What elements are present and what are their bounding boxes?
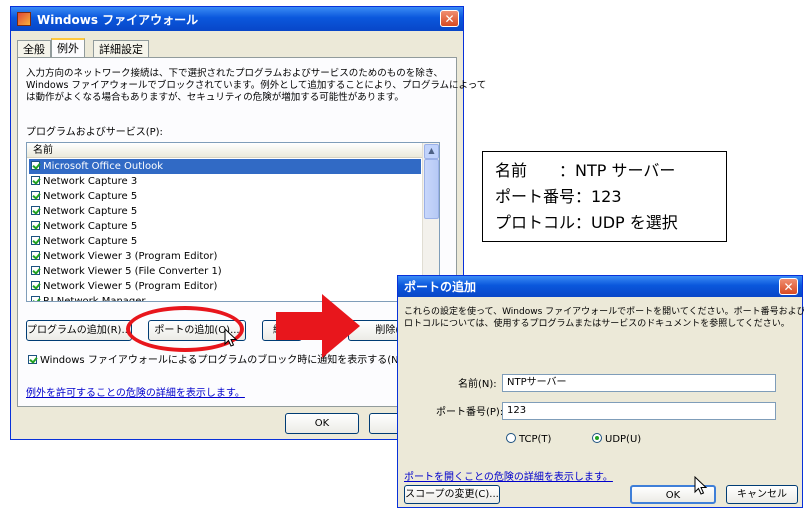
checkbox-checked-icon[interactable] <box>31 251 40 260</box>
list-item-label: P.I Network Manager <box>43 296 146 302</box>
name-input[interactable]: NTPサーバー <box>502 374 776 392</box>
add-port-dialog: ポートの追加 ✕ これらの設定を使って、Windows ファイアウォールでポート… <box>397 275 804 508</box>
list-item[interactable]: Network Viewer 5 (File Converter 1) <box>29 264 421 279</box>
list-item-label: Network Capture 5 <box>43 206 138 217</box>
callout-line-port: ポート番号：123 <box>495 187 622 206</box>
cursor-icon <box>694 476 708 495</box>
checkbox-checked-icon[interactable] <box>31 176 40 185</box>
port-risk-link[interactable]: ポートを開くことの危険の詳細を表示します。 <box>404 468 613 483</box>
udp-radio[interactable]: UDP(U) <box>592 433 641 446</box>
name-label: 名前(N): <box>458 379 497 390</box>
close-icon[interactable]: ✕ <box>779 278 798 295</box>
add-port-description-2: ロトコルについては、使用するプログラムまたはサービスのドキュメントを参照してくだ… <box>404 319 790 329</box>
checkbox-checked-icon[interactable] <box>31 296 40 301</box>
list-item-label: Network Viewer 5 (Program Editor) <box>43 281 218 292</box>
tab-exceptions[interactable]: 例外 <box>51 38 85 58</box>
scroll-thumb[interactable] <box>424 159 439 219</box>
checkbox-checked-icon[interactable] <box>31 206 40 215</box>
radio-unchecked-icon[interactable] <box>506 433 516 443</box>
list-item[interactable]: P.I Network Manager <box>29 294 421 302</box>
checkbox-checked-icon[interactable] <box>31 161 40 170</box>
list-item[interactable]: Network Capture 5 <box>29 189 421 204</box>
exceptions-panel: 入力方向のネットワーク接続は、下で選択されたプログラムおよびサービスのためのもの… <box>17 57 486 407</box>
change-scope-button[interactable]: スコープの変更(C)... <box>404 485 500 504</box>
checkbox-checked-icon[interactable] <box>31 221 40 230</box>
radio-checked-icon[interactable] <box>592 433 602 443</box>
checkbox-checked-icon[interactable] <box>31 191 40 200</box>
list-item-label: Network Capture 5 <box>43 236 138 247</box>
tab-advanced[interactable]: 詳細設定 <box>93 40 149 58</box>
firewall-icon <box>17 12 31 26</box>
add-port-cancel-button[interactable]: キャンセル <box>726 485 798 504</box>
add-program-button[interactable]: プログラムの追加(R)... <box>26 320 132 341</box>
callout-line-name: 名前 ：NTP サーバー <box>495 161 676 180</box>
tcp-label: TCP(T) <box>519 434 552 445</box>
list-item[interactable]: Microsoft Office Outlook <box>29 159 421 174</box>
tcp-radio[interactable]: TCP(T) <box>506 433 551 446</box>
list-item[interactable]: Network Capture 5 <box>29 234 421 249</box>
checkbox-checked-icon[interactable] <box>31 266 40 275</box>
list-item-label: Network Viewer 5 (File Converter 1) <box>43 266 222 277</box>
settings-callout: 名前 ：NTP サーバー ポート番号：123 プロトコル：UDP を選択 <box>482 151 727 242</box>
udp-label: UDP(U) <box>605 434 642 445</box>
checkbox-checked-icon[interactable] <box>31 236 40 245</box>
list-item[interactable]: Network Viewer 5 (Program Editor) <box>29 279 421 294</box>
checkbox-checked-icon[interactable] <box>31 281 40 290</box>
add-port-title: ポートの追加 <box>404 280 477 294</box>
arrow-right-icon <box>276 294 360 358</box>
cursor-icon <box>224 328 238 347</box>
list-item[interactable]: Network Viewer 3 (Program Editor) <box>29 249 421 264</box>
firewall-titlebar[interactable]: Windows ファイアウォール ✕ <box>11 7 463 31</box>
programs-list[interactable]: 名前 Microsoft Office Outlook Network Captu… <box>26 142 440 302</box>
firewall-window: Windows ファイアウォール ✕ 全般 例外 詳細設定 入力方向のネットワー… <box>10 6 486 440</box>
list-item-label: Network Viewer 3 (Program Editor) <box>43 251 218 262</box>
scroll-up-icon[interactable]: ▲ <box>424 144 439 159</box>
close-icon[interactable]: ✕ <box>440 10 459 27</box>
add-port-titlebar[interactable]: ポートの追加 ✕ <box>398 276 802 297</box>
port-number-input[interactable]: 123 <box>502 402 776 420</box>
checkbox-checked-icon[interactable] <box>28 355 37 364</box>
firewall-ok-button[interactable]: OK <box>285 413 359 434</box>
description-line-3: は動作がよくなる場合もありますが、セキュリティの危険が増加する可能性があります。 <box>26 92 404 103</box>
tab-general[interactable]: 全般 <box>17 40 51 58</box>
list-item[interactable]: Network Capture 5 <box>29 219 421 234</box>
list-item-label: Network Capture 5 <box>43 191 138 202</box>
exceptions-risk-link[interactable]: 例外を許可することの危険の詳細を表示します。 <box>26 384 245 399</box>
callout-line-protocol: プロトコル：UDP を選択 <box>495 213 678 232</box>
list-item-label: Network Capture 5 <box>43 221 138 232</box>
list-item[interactable]: Network Capture 5 <box>29 204 421 219</box>
firewall-title: Windows ファイアウォール <box>37 12 199 27</box>
column-header-name[interactable]: 名前 <box>27 143 423 158</box>
list-item[interactable]: Network Capture 3 <box>29 174 421 189</box>
programs-label: プログラムおよびサービス(P): <box>26 127 163 138</box>
list-item-label: Network Capture 3 <box>43 176 138 187</box>
list-item-label: Microsoft Office Outlook <box>43 161 163 172</box>
port-number-label: ポート番号(P): <box>436 407 504 418</box>
